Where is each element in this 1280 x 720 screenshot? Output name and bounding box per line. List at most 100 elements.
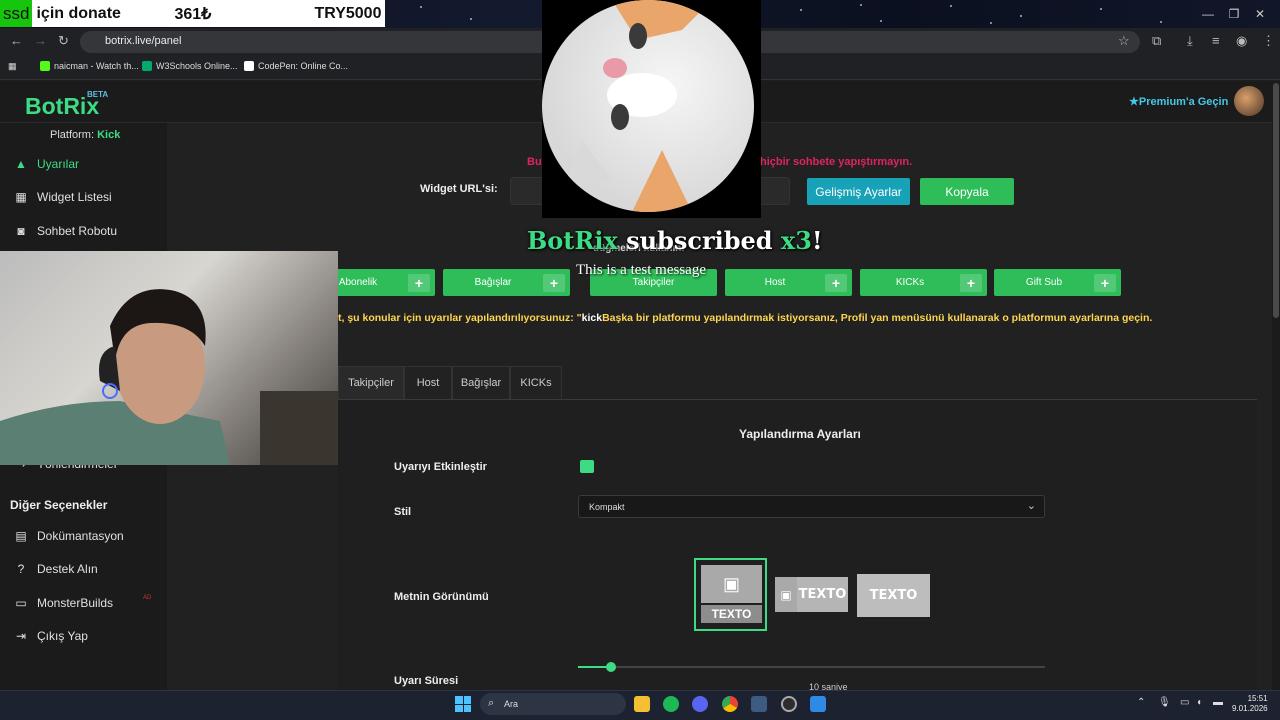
volume-icon[interactable]: ◖	[1196, 697, 1202, 708]
url-text: botrix.live/panel	[105, 35, 182, 47]
start-icon[interactable]	[455, 696, 471, 712]
style-select[interactable]: Kompakt ⌄	[578, 495, 1045, 518]
chrome-icon[interactable]	[722, 696, 738, 712]
plus-icon: +	[960, 273, 982, 292]
donate-text: için donate	[36, 4, 121, 22]
chevron-down-icon: ⌄	[1026, 500, 1036, 512]
laptop-icon: ▭	[15, 596, 27, 610]
reload-icon[interactable]: ↻	[58, 33, 69, 49]
alert-message: This is a test message	[576, 262, 706, 278]
steam-icon[interactable]	[751, 696, 767, 712]
advanced-settings-button[interactable]: Gelişmiş Ayarlar	[807, 178, 910, 205]
battery-icon[interactable]: ▬	[1213, 697, 1223, 708]
robot-icon: ◙	[17, 224, 25, 238]
layout-option-inline[interactable]: ▣ TEXTO	[775, 577, 848, 612]
avatar[interactable]	[1234, 86, 1264, 116]
tab-host[interactable]: Host	[404, 366, 452, 399]
layout-option-stacked[interactable]: ▣ TEXTO	[694, 558, 767, 631]
vscode-icon[interactable]	[810, 696, 826, 712]
beta-badge: BETA	[87, 90, 109, 99]
enable-checkbox[interactable]	[580, 460, 594, 473]
sidebar-item-logout[interactable]: ⇥ Çıkış Yap	[14, 629, 88, 643]
sidebar-item-alerts[interactable]: ▲ Uyarılar	[14, 157, 79, 171]
test-kicks-button[interactable]: KICKs +	[860, 269, 987, 296]
test-host-button[interactable]: Host +	[725, 269, 852, 296]
text-view-label: Metnin Görünümü	[394, 591, 489, 603]
donation-goal-overlay: ssd için donate 361₺ TRY5000	[0, 0, 385, 27]
platform-indicator: Platform: Kick	[50, 129, 121, 141]
copy-button[interactable]: Kopyala	[920, 178, 1014, 205]
enable-label: Uyarıyı Etkinleştir	[394, 461, 487, 473]
apps-icon[interactable]: ▦	[8, 61, 17, 72]
taskbar-clock[interactable]: 15:51 9.01.2026	[1232, 694, 1268, 714]
style-label: Stil	[394, 506, 412, 518]
test-giftsub-button[interactable]: Gift Sub +	[994, 269, 1121, 296]
menu-icon[interactable]: ⋮	[1262, 33, 1275, 49]
duration-slider[interactable]	[578, 666, 1045, 668]
duration-slider-handle[interactable]	[605, 662, 616, 672]
discord-icon[interactable]	[692, 696, 708, 712]
donate-goal: TRY5000	[314, 4, 382, 22]
cat-image	[542, 0, 754, 212]
test-donation-button[interactable]: Bağışlar +	[443, 269, 570, 296]
taskbar-search[interactable]: ⌕ Ara	[480, 693, 626, 715]
download-icon[interactable]: ⤓	[1187, 33, 1193, 49]
url-warning: Bu	[527, 156, 542, 168]
image-icon: ▣	[701, 565, 762, 603]
forward-icon[interactable]: →	[34, 33, 47, 48]
plus-icon: +	[543, 273, 565, 292]
bookmark-item[interactable]: naicman - Watch th...	[40, 61, 139, 71]
back-icon[interactable]: ←	[10, 33, 23, 48]
tab-donations[interactable]: Bağışlar	[452, 366, 510, 399]
search-icon: ⌕	[488, 697, 495, 709]
config-panel	[338, 400, 1257, 698]
bookmark-star-icon[interactable]: ☆	[1118, 33, 1130, 49]
logout-icon: ⇥	[15, 629, 27, 643]
kick-icon	[40, 61, 50, 71]
warning-icon: ▲	[15, 157, 27, 171]
ad-badge: AD	[143, 595, 152, 601]
bookmark-item[interactable]: CodePen: Online Co...	[244, 61, 348, 71]
tab-followers[interactable]: Takipçiler	[338, 366, 404, 399]
premium-link[interactable]: ★Premium'a Geçin	[1129, 95, 1228, 108]
network-icon[interactable]: ▭	[1180, 697, 1189, 708]
layout-option-text-only[interactable]: TEXTO	[857, 574, 930, 617]
bookmark-item[interactable]: W3Schools Online...	[142, 61, 238, 71]
sidebar-item-docs[interactable]: ▤ Dokümantasyon	[14, 529, 123, 543]
media-icon[interactable]: ≡	[1212, 33, 1220, 48]
image-icon: ▣	[775, 577, 797, 612]
sidebar-item-support[interactable]: ? Destek Alın	[14, 562, 98, 576]
sub-alert-overlay: BotRix subscribed x3!	[527, 226, 823, 255]
microphone-icon[interactable]: 🎙	[1158, 697, 1171, 708]
close-icon[interactable]: ✕	[1240, 0, 1280, 28]
sidebar-item-widgets[interactable]: ▦ Widget Listesi	[14, 190, 111, 204]
duration-label: Uyarı Süresi	[394, 675, 459, 687]
sidebar-section-title: Diğer Seçenekler	[10, 498, 108, 512]
file-explorer-icon[interactable]	[634, 696, 650, 712]
url-warning-end: hiçbir sohbete yapıştırmayın.	[760, 156, 913, 168]
donate-amount: 361₺	[174, 5, 212, 23]
help-icon: ?	[17, 562, 25, 576]
book-icon: ▤	[15, 529, 27, 543]
donate-prefix: ssd	[0, 0, 33, 27]
plus-icon: +	[408, 273, 430, 292]
spotify-icon[interactable]	[663, 696, 679, 712]
scrollbar-thumb[interactable]	[1273, 83, 1279, 318]
plus-icon: +	[825, 273, 847, 292]
extensions-icon[interactable]: ⧉	[1152, 33, 1161, 49]
sidebar-item-monsterbuilds[interactable]: ▭ MonsterBuilds	[14, 596, 113, 610]
obs-icon[interactable]	[781, 696, 797, 712]
config-title: Yapılandırma Ayarları	[739, 427, 861, 441]
plus-icon: +	[1094, 273, 1116, 292]
tray-chevron-icon[interactable]: ⌃	[1137, 697, 1145, 708]
tab-kicks[interactable]: KICKs	[510, 366, 562, 399]
codepen-icon	[244, 61, 254, 71]
widget-url-label: Widget URL'si:	[420, 183, 498, 195]
profile-icon[interactable]: ◉	[1236, 33, 1247, 49]
grid-icon: ▦	[15, 190, 27, 204]
sidebar-item-chatbot[interactable]: ◙ Sohbet Robotu	[14, 224, 117, 238]
webcam-overlay	[0, 251, 338, 465]
w3schools-icon	[142, 61, 152, 71]
star-icon: ★	[1129, 96, 1139, 108]
platform-note: t, şu konular için uyarılar yapılandırıl…	[338, 312, 1153, 324]
